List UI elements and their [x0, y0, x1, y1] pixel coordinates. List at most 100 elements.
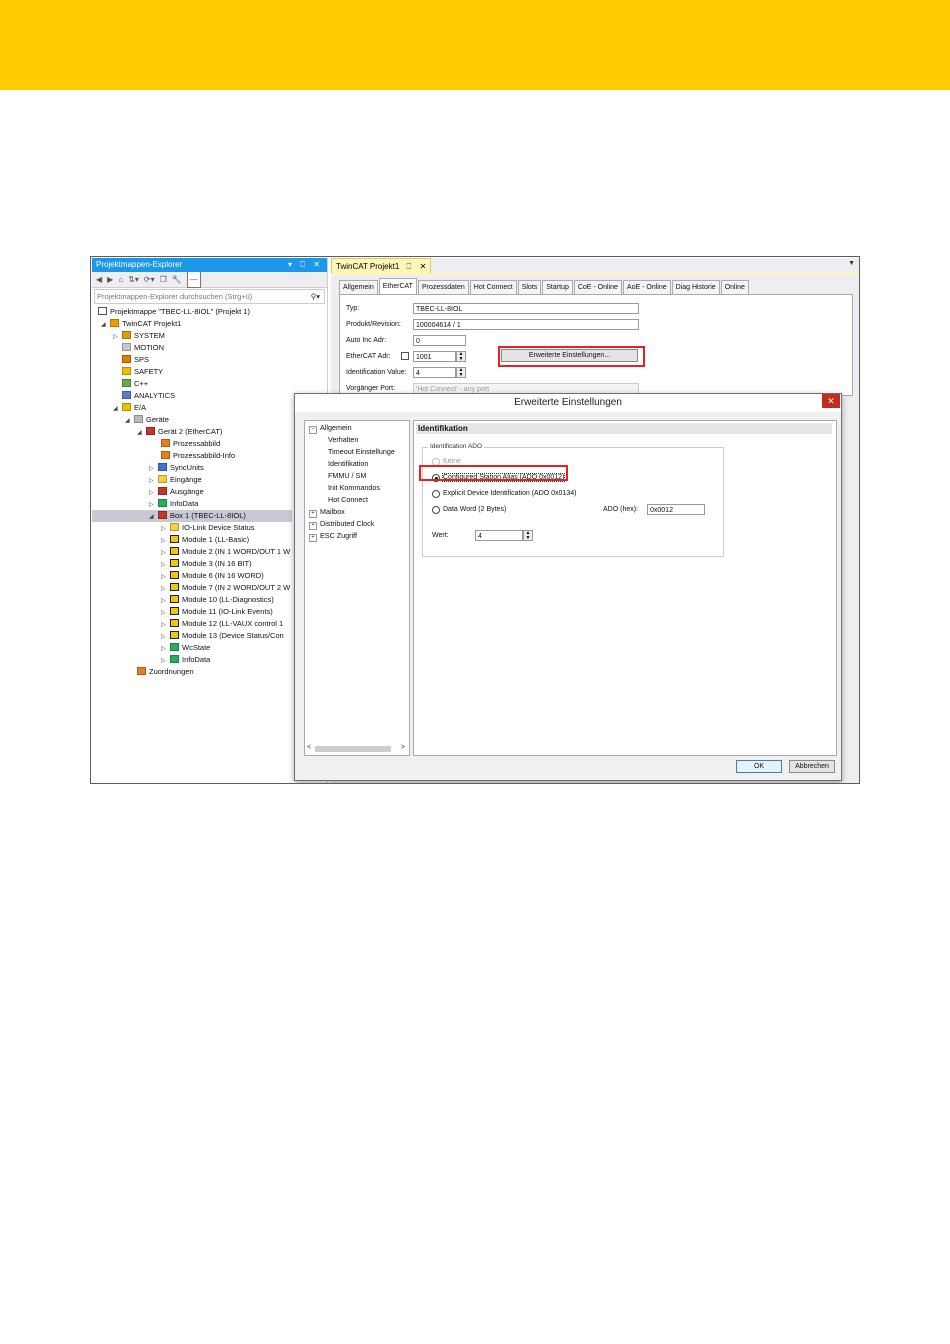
tab-ethercat[interactable]: EtherCAT: [378, 278, 417, 294]
tree-item-wcstate[interactable]: ▷ WcState: [161, 642, 210, 654]
tree-item-module-7[interactable]: ▷ Module 7 (IN 2 WORD/OUT 2 W: [161, 582, 290, 594]
history-icon[interactable]: ⟳▾: [144, 272, 155, 287]
tab-slots[interactable]: Slots: [517, 280, 542, 294]
tree-item-geraet-2[interactable]: ◢ Gerät 2 (EtherCAT): [137, 426, 222, 438]
devices-icon: [134, 415, 143, 423]
nav-identifikation[interactable]: Identifikation: [328, 458, 368, 469]
horizontal-scrollbar[interactable]: < >: [306, 744, 406, 753]
ethercat-adr-field[interactable]: 1001: [413, 351, 456, 362]
tree-item-module-1[interactable]: ▷ Module 1 (LL-Basic): [161, 534, 249, 546]
wert-stepper[interactable]: ▲ ▼: [523, 530, 533, 541]
properties-icon[interactable]: 🔧: [172, 272, 182, 287]
tree-item-module-12[interactable]: ▷ Module 12 (LL-VAUX control 1: [161, 618, 283, 630]
nav-verhalten[interactable]: Verhalten: [328, 434, 358, 445]
nav-distributed-clock[interactable]: + Distributed Clock: [309, 518, 374, 530]
nav-hot-connect[interactable]: Hot Connect: [328, 494, 368, 505]
expand-icon[interactable]: +: [309, 534, 317, 542]
search-icon[interactable]: ⚲▾: [311, 290, 320, 303]
tree-item-twincat-project[interactable]: ◢ TwinCAT Projekt1: [101, 318, 181, 330]
tree-item-eingaenge[interactable]: ▷ Eingänge: [149, 474, 202, 486]
copy-icon[interactable]: ❐: [160, 272, 167, 287]
tree-item-module-10[interactable]: ▷ Module 10 (LL-Diagnostics): [161, 594, 274, 606]
tree-item-solution[interactable]: Projektmappe "TBEC-LL-8IOL" (Projekt 1): [98, 306, 250, 318]
tree-item-prozessabbild-info[interactable]: Prozessabbild-Info: [161, 450, 235, 462]
tab-twincat-projekt1[interactable]: TwinCAT Projekt1 ⎕ ✕: [331, 258, 432, 274]
tree-item-label: SyncUnits: [170, 463, 204, 472]
tree-item-cpp[interactable]: C++: [122, 378, 148, 390]
tree-item-module-2[interactable]: ▷ Module 2 (IN 1 WORD/OUT 1 W: [161, 546, 290, 558]
tree-item-module-3[interactable]: ▷ Module 3 (IN 16 BIT): [161, 558, 252, 570]
auto-inc-field[interactable]: 0: [413, 335, 466, 346]
ethercat-adr-stepper[interactable]: ▲ ▼: [456, 351, 466, 362]
expand-icon[interactable]: +: [309, 510, 317, 518]
cancel-button[interactable]: Abbrechen: [789, 760, 835, 773]
ok-button[interactable]: OK: [736, 760, 782, 773]
tab-online[interactable]: Online: [720, 280, 749, 294]
pin-icon[interactable]: ⎕: [407, 262, 412, 271]
nav-esc-zugriff[interactable]: + ESC Zugriff: [309, 530, 357, 542]
minus-icon[interactable]: —: [186, 271, 201, 288]
ident-field[interactable]: 4: [413, 367, 456, 378]
tab-startup[interactable]: Startup: [542, 280, 573, 294]
scroll-thumb[interactable]: [315, 746, 391, 752]
ado-hex-field[interactable]: 0x0012: [647, 504, 705, 515]
ethercat-adr-checkbox[interactable]: [401, 352, 409, 360]
radio-explicit-id[interactable]: [432, 490, 440, 498]
tree-item-ea[interactable]: ◢ E/A: [113, 402, 146, 414]
collapse-arrow-icon[interactable]: ◢: [113, 403, 122, 415]
back-icon[interactable]: ◀: [96, 272, 102, 287]
syncunits-icon: [158, 463, 167, 471]
dialog-close-button[interactable]: ✕: [822, 394, 840, 408]
tree-item-io-link-status[interactable]: ▷ IO-Link Device Status: [161, 522, 255, 534]
typ-field[interactable]: TBEC-LL-8IOL: [413, 303, 639, 314]
collapse-arrow-icon[interactable]: ◢: [137, 427, 146, 439]
tree-item-module-6[interactable]: ▷ Module 6 (IN 16 WORD): [161, 570, 264, 582]
tree-item-prozessabbild[interactable]: Prozessabbild: [161, 438, 220, 450]
expand-icon[interactable]: +: [309, 522, 317, 530]
tree-item-ausgaenge[interactable]: ▷ Ausgänge: [149, 486, 204, 498]
collapse-arrow-icon[interactable]: ◢: [101, 319, 110, 331]
wert-field[interactable]: 4: [475, 530, 523, 541]
tab-diag-historie[interactable]: Diag Historie: [671, 280, 720, 294]
tree-item-box-1[interactable]: ◢ Box 1 (TBEC-LL-8IOL): [92, 510, 292, 522]
tree-item-system[interactable]: ▷ SYSTEM: [113, 330, 165, 342]
chevron-down-icon[interactable]: ▼: [848, 260, 855, 267]
tree-item-module-11[interactable]: ▷ Module 11 (IO-Link Events): [161, 606, 273, 618]
nav-allgemein[interactable]: – Allgemein: [309, 422, 352, 434]
solution-search-input[interactable]: Projektmappen-Explorer durchsuchen (Strg…: [94, 289, 325, 304]
tree-item-module-13[interactable]: ▷ Module 13 (Device Status/Con: [161, 630, 284, 642]
tab-aoe-online[interactable]: AoE - Online: [622, 280, 671, 294]
home-icon[interactable]: ⌂: [118, 272, 123, 287]
nav-mailbox[interactable]: + Mailbox: [309, 506, 345, 518]
expand-arrow-icon[interactable]: ▷: [113, 331, 122, 343]
collapse-icon[interactable]: –: [309, 426, 317, 434]
tree-item-motion[interactable]: MOTION: [122, 342, 164, 354]
radio-data-word[interactable]: [432, 506, 440, 514]
nav-timeout[interactable]: Timeout Einstellunge: [328, 446, 395, 457]
nav-init-kommandos[interactable]: Init Kommandos: [328, 482, 380, 493]
collapse-arrow-icon[interactable]: ◢: [149, 511, 158, 523]
forward-icon[interactable]: ▶: [107, 272, 113, 287]
tree-item-sps[interactable]: SPS: [122, 354, 149, 366]
tree-item-analytics[interactable]: ANALYTICS: [122, 390, 175, 402]
tree-item-label: Module 2 (IN 1 WORD/OUT 1 W: [182, 547, 291, 556]
tree-item-infodata[interactable]: ▷ InfoData: [149, 498, 198, 510]
ident-stepper[interactable]: ▲ ▼: [456, 367, 466, 378]
close-icon[interactable]: ✕: [420, 262, 427, 271]
sync-icon[interactable]: ⇅▾: [128, 272, 139, 287]
scroll-left-icon[interactable]: <: [307, 744, 311, 751]
tab-coe-online[interactable]: CoE - Online: [573, 280, 622, 294]
tab-prozessdaten[interactable]: Prozessdaten: [417, 280, 469, 294]
nav-fmmu-sm[interactable]: FMMU / SM: [328, 470, 366, 481]
tab-allgemein[interactable]: Allgemein: [339, 280, 378, 294]
collapse-arrow-icon[interactable]: ◢: [125, 415, 134, 427]
tab-hot-connect[interactable]: Hot Connect: [469, 280, 517, 294]
window-controls[interactable]: ▾ ⎕ ✕: [288, 258, 323, 272]
tree-item-geraete[interactable]: ◢ Geräte: [125, 414, 169, 426]
revision-field[interactable]: 100004614 / 1: [413, 319, 639, 330]
tree-item-box-infodata[interactable]: ▷ InfoData: [161, 654, 210, 666]
scroll-right-icon[interactable]: >: [401, 744, 405, 751]
tree-item-zuordnungen[interactable]: Zuordnungen: [137, 666, 194, 678]
tree-item-syncunits[interactable]: ▷ SyncUnits: [149, 462, 204, 474]
tree-item-safety[interactable]: SAFETY: [122, 366, 163, 378]
